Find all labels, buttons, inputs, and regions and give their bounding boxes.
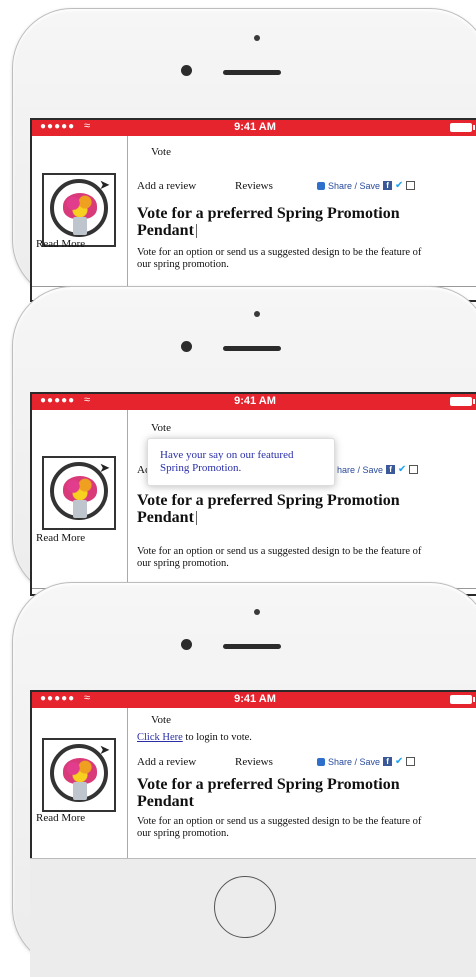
status-time: 9:41 AM [234,693,276,705]
text-cursor [195,511,197,526]
poll-title: Vote for a preferred Spring Promotion Pe… [137,776,400,810]
screen-2: ●●●●● ≈ 9:41 AM ➤ Read More Vote Ac hare… [30,392,476,596]
facebook-icon[interactable]: f [383,181,393,190]
share-out-icon[interactable] [406,181,416,190]
screen-3: ●●●●● ≈ 9:41 AM ➤ Read More Vote Click H… [30,690,476,862]
poll-content: Vote Ac hare / Save f ✔ Vote for a prefe… [32,410,476,594]
vase-icon [73,500,87,518]
poll-description: Vote for an option or send us a suggeste… [137,816,422,839]
left-column: ➤ Read More [32,708,128,860]
read-more-link[interactable]: Read More [36,812,85,824]
flower-icon [63,476,97,502]
login-prompt-text: to login to vote. [182,732,252,743]
add-review-link[interactable]: Add a review [137,756,196,768]
pendant-logo-image[interactable]: ➤ [42,173,116,247]
front-camera [181,341,192,352]
twitter-icon[interactable]: ✔ [395,180,403,191]
left-column: ➤ Read More [32,410,128,594]
share-save-label: Share / Save [328,180,381,191]
pendant-logo-image[interactable]: ➤ [42,456,116,530]
status-bar: ●●●●● ≈ 9:41 AM [32,692,476,708]
status-time: 9:41 AM [234,395,276,407]
login-prompt: Click Here to login to vote. [137,732,252,743]
poll-content: Vote Add a review Reviews Share / Save f… [32,136,476,300]
share-save-widget[interactable]: hare / Save f ✔ [337,464,419,475]
vase-icon [73,217,87,235]
front-camera [181,65,192,76]
sensor-dot [254,35,260,41]
reviews-link[interactable]: Reviews [235,756,273,768]
bird-icon: ➤ [99,742,110,757]
share-save-label: Share / Save [328,756,381,767]
add-review-link[interactable]: Add a review [137,180,196,192]
battery-icon [450,397,475,406]
reviews-link[interactable]: Reviews [235,180,273,192]
status-time: 9:41 AM [234,121,276,133]
sensor-dot [254,311,260,317]
read-more-link[interactable]: Read More [36,532,85,544]
facebook-icon[interactable]: f [383,757,393,766]
share-out-icon[interactable] [406,757,416,766]
sensor-dot [254,609,260,615]
text-cursor [195,224,197,239]
share-save-widget[interactable]: Share / Save f ✔ [317,180,416,191]
twitter-icon[interactable]: ✔ [398,464,406,475]
read-more-link[interactable]: Read More [36,238,85,250]
bird-icon: ➤ [99,460,110,475]
battery-icon [450,695,475,704]
poll-description: Vote for an option or send us a suggeste… [137,247,422,270]
earpiece-speaker [223,70,281,75]
vote-label: Vote [151,146,171,158]
status-bar: ●●●●● ≈ 9:41 AM [32,394,476,410]
left-column: ➤ Read More [32,136,128,300]
status-bar: ●●●●● ≈ 9:41 AM [32,120,476,136]
share-save-label: hare / Save [337,464,384,475]
vote-tooltip: Have your say on our featured Spring Pro… [147,438,335,486]
front-camera [181,639,192,650]
share-plus-icon [317,181,325,190]
share-plus-icon [317,757,325,766]
poll-title: Vote for a preferred Spring Promotion Pe… [137,492,400,526]
bird-icon: ➤ [99,177,110,192]
click-here-link[interactable]: Click Here [137,732,183,743]
battery-icon [450,123,475,132]
poll-content: Vote Click Here to login to vote. Add a … [137,708,476,860]
home-button[interactable] [214,876,276,938]
poll-title: Vote for a preferred Spring Promotion Pe… [137,205,400,239]
vase-icon [73,782,87,800]
earpiece-speaker [223,644,281,649]
poll-description: Vote for an option or send us a suggeste… [137,546,422,569]
share-out-icon[interactable] [409,465,419,474]
earpiece-speaker [223,346,281,351]
flower-icon [63,758,97,784]
flower-icon [63,193,97,219]
facebook-icon[interactable]: f [386,465,396,474]
vote-label: Vote [151,714,171,726]
twitter-icon[interactable]: ✔ [395,756,403,767]
share-save-widget[interactable]: Share / Save f ✔ [317,756,416,767]
pendant-logo-image[interactable]: ➤ [42,738,116,812]
vote-label: Vote [151,422,171,434]
screen-1: ●●●●● ≈ 9:41 AM ➤ Read More Vote Add a r… [30,118,476,302]
